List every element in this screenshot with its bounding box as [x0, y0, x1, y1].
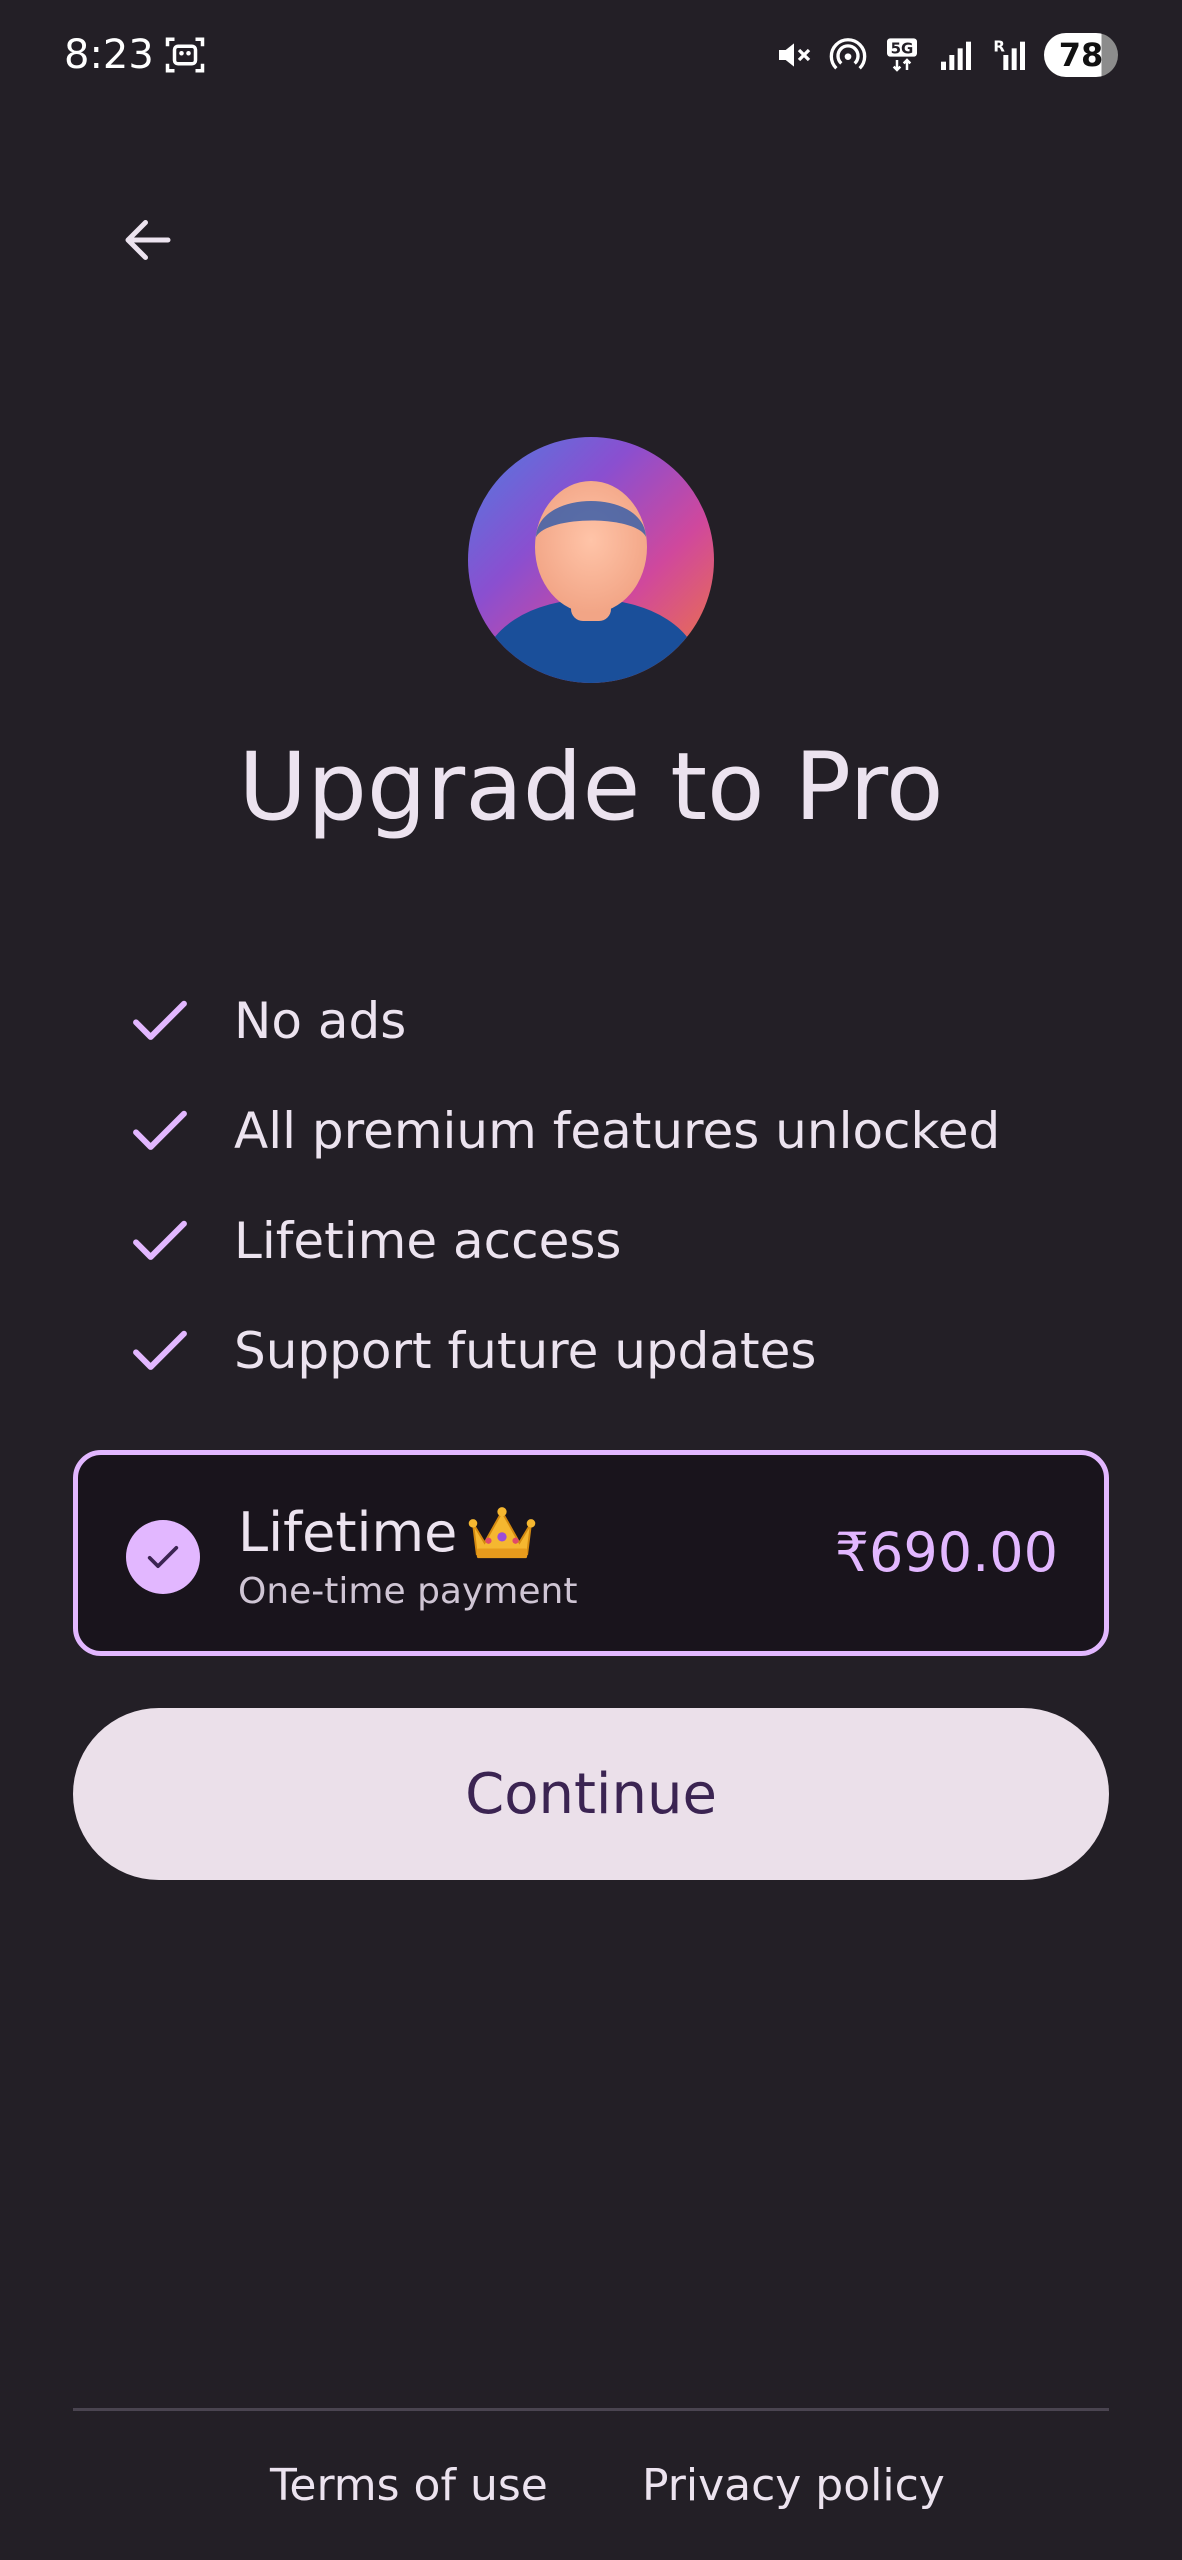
privacy-policy-link[interactable]: Privacy policy	[642, 2458, 945, 2514]
feature-item: Support future updates	[128, 1296, 1000, 1406]
feature-list: No ads All premium features unlocked Lif…	[128, 966, 1000, 1406]
person-avatar-image	[483, 481, 699, 683]
signal-roaming-icon: R	[993, 38, 1025, 70]
feature-label: All premium features unlocked	[234, 1102, 1001, 1160]
hotspot-icon	[829, 38, 867, 70]
feature-item: No ads	[128, 966, 1000, 1076]
check-icon	[147, 1546, 179, 1568]
feature-label: No ads	[234, 992, 407, 1050]
status-bar: 8:23 5G R 78	[0, 0, 1182, 110]
check-icon	[133, 1000, 187, 1040]
5g-icon: 5G	[887, 38, 917, 72]
plan-price: ₹690.00	[834, 1521, 1058, 1584]
battery-indicator: 78	[1044, 33, 1118, 77]
plan-option-lifetime[interactable]: Lifetime One-time payment ₹690.00	[73, 1450, 1109, 1656]
plan-name-row: Lifetime	[238, 1501, 537, 1565]
continue-button[interactable]: Continue	[73, 1708, 1109, 1880]
terms-of-use-link[interactable]: Terms of use	[270, 2458, 548, 2514]
svg-text:5G: 5G	[891, 39, 914, 57]
status-time: 8:23	[64, 32, 154, 78]
avatar	[468, 437, 714, 683]
crown-emoji-icon	[469, 1507, 536, 1559]
arrow-left-icon	[125, 220, 171, 260]
plan-selected-indicator	[126, 1520, 200, 1594]
footer-divider	[73, 2408, 1109, 2411]
back-button[interactable]	[108, 200, 188, 280]
plan-subtitle: One-time payment	[238, 1571, 578, 1612]
feature-item: Lifetime access	[128, 1186, 1000, 1296]
check-icon	[133, 1330, 187, 1370]
screen-record-icon	[165, 37, 205, 73]
check-icon	[133, 1220, 187, 1260]
feature-item: All premium features unlocked	[128, 1076, 1000, 1186]
feature-label: Lifetime access	[234, 1212, 622, 1270]
signal-icon	[941, 41, 971, 70]
feature-label: Support future updates	[234, 1322, 817, 1380]
mute-icon	[779, 43, 811, 67]
check-icon	[133, 1110, 187, 1150]
page-title: Upgrade to Pro	[238, 733, 944, 842]
svg-text:R: R	[993, 38, 1005, 56]
plan-name: Lifetime	[238, 1501, 458, 1564]
